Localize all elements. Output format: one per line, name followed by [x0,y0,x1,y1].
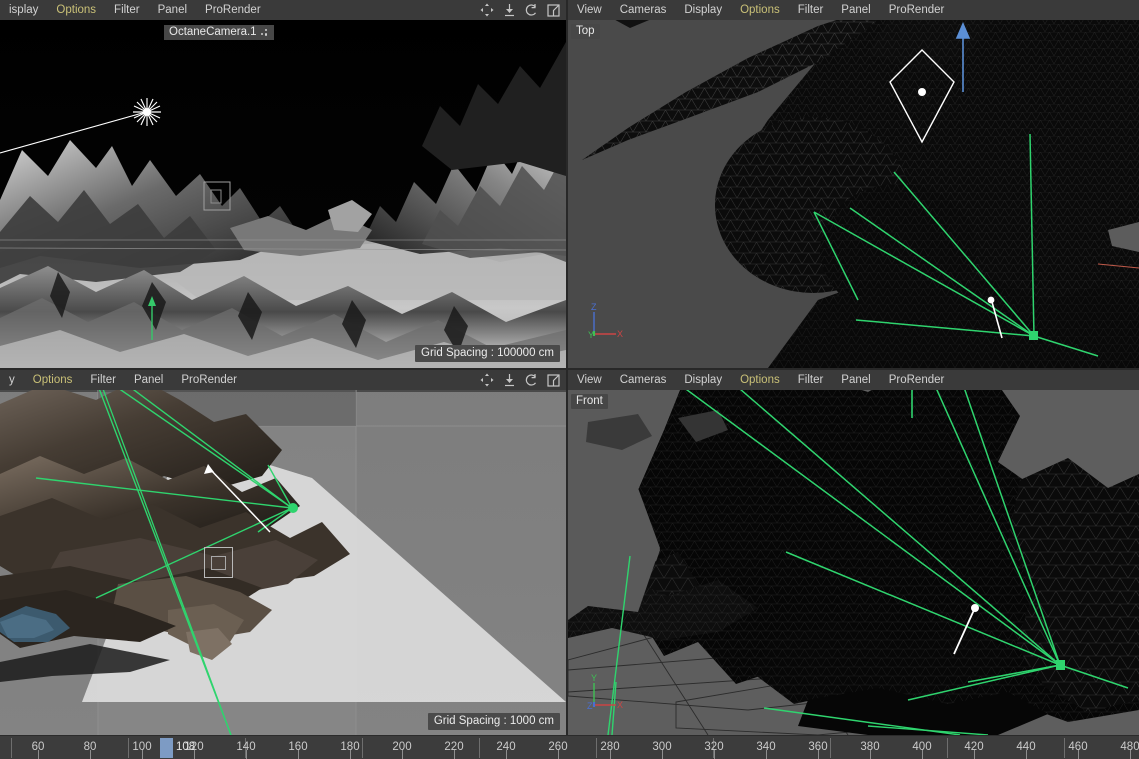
timeline-tick-mark [38,750,39,759]
menu-item-view[interactable]: View [568,0,611,20]
menu-item-panel[interactable]: Panel [149,0,196,20]
maximize-icon[interactable] [547,374,560,387]
selection-box-inner-bl [211,556,226,570]
menu-item-panel[interactable]: Panel [832,370,879,390]
svg-text:X: X [617,329,623,339]
timeline-separator [128,738,129,758]
menu-item-filter[interactable]: Filter [789,370,833,390]
grid-spacing-badge-bottom-left: Grid Spacing : 1000 cm [428,713,560,730]
maximize-icon[interactable] [547,4,560,17]
menu-item-prorender[interactable]: ProRender [880,370,954,390]
timeline-tick-mark [402,750,403,759]
menu-item-cameras[interactable]: Cameras [611,0,676,20]
timeline-tick-mark [610,750,611,759]
viewport-controls-top-left [480,3,566,17]
timeline-tick-mark [1026,750,1027,759]
menu-item-view[interactable]: View [568,370,611,390]
menu-item-options[interactable]: Options [47,0,105,20]
timeline-separator [11,738,12,758]
timeline-separator [830,738,831,758]
application-window: isplay Options Filter Panel ProRender [0,0,1139,759]
camera-label-text: OctaneCamera.1 [169,26,257,38]
scene-perspective-grayscale [0,0,566,368]
timeline-tick-mark [818,750,819,759]
timeline-tick-mark [766,750,767,759]
viewport-bottom-left[interactable]: y Options Filter Panel ProRender [0,370,566,735]
timeline-ruler[interactable]: 6080100120140160180200220240260280300320… [0,735,1139,759]
timeline-playhead[interactable] [160,738,173,758]
view-label-top: Top [571,24,600,39]
menu-item-prorender[interactable]: ProRender [172,370,246,390]
dolly-icon[interactable] [503,3,516,17]
rotate-icon[interactable] [525,373,538,387]
menu-item-filter[interactable]: Filter [81,370,125,390]
viewport-menu-top-left[interactable]: isplay Options Filter Panel ProRender [0,0,566,20]
menu-item-display[interactable]: Display [675,0,731,20]
timeline-tick-mark [558,750,559,759]
menu-item-display[interactable]: Display [675,370,731,390]
timeline-tick-mark [506,750,507,759]
scene-top-wireframe [568,0,1139,368]
axis-gizmo-top: Z X Y [586,302,626,342]
timeline-tick-mark [1130,750,1131,759]
pan-icon[interactable] [480,3,494,17]
menu-item-display[interactable]: y [0,370,24,390]
menu-item-prorender[interactable]: ProRender [880,0,954,20]
timeline-tick-mark [870,750,871,759]
menu-item-prorender[interactable]: ProRender [196,0,270,20]
svg-text:Z: Z [587,701,593,711]
viewport-menu-bottom-right[interactable]: View Cameras Display Options Filter Pane… [568,370,1139,390]
timeline-tick-mark [454,750,455,759]
menu-item-options[interactable]: Options [24,370,82,390]
menu-item-filter[interactable]: Filter [105,0,149,20]
rotate-icon[interactable] [525,3,538,17]
menu-item-options[interactable]: Options [731,370,789,390]
viewport-controls-bottom-left [480,373,566,387]
menu-item-panel[interactable]: Panel [832,0,879,20]
viewport-menu-top-right[interactable]: View Cameras Display Options Filter Pane… [568,0,1139,20]
timeline-tick-mark [1078,750,1079,759]
axis-gizmo-front: Y X Z [586,673,626,713]
viewport-menu-bottom-left[interactable]: y Options Filter Panel ProRender [0,370,566,390]
timeline-tick-mark [714,750,715,759]
camera-options-icon[interactable] [261,28,270,37]
menu-item-display[interactable]: isplay [0,0,47,20]
camera-label-top-left[interactable]: OctaneCamera.1 [164,25,274,40]
timeline-tick-mark [298,750,299,759]
timeline-tick-mark [246,750,247,759]
menu-item-cameras[interactable]: Cameras [611,370,676,390]
menu-item-options[interactable]: Options [731,0,789,20]
view-label-front: Front [571,394,608,409]
timeline-separator [947,738,948,758]
svg-text:Z: Z [591,302,597,312]
viewport-top-right[interactable]: View Cameras Display Options Filter Pane… [568,0,1139,368]
viewport-grid: isplay Options Filter Panel ProRender [0,0,1139,735]
viewport-top-left[interactable]: isplay Options Filter Panel ProRender [0,0,566,368]
menu-item-panel[interactable]: Panel [125,370,172,390]
dolly-icon[interactable] [503,373,516,387]
timeline-current-frame: 108 [176,741,195,753]
pan-icon[interactable] [480,373,494,387]
timeline-tick-mark [90,750,91,759]
svg-text:Y: Y [591,673,597,683]
timeline-tick-mark [922,750,923,759]
svg-text:X: X [617,700,623,710]
timeline-tick-mark [974,750,975,759]
menu-item-filter[interactable]: Filter [789,0,833,20]
timeline-separator [1064,738,1065,758]
timeline-tick-mark [142,750,143,759]
grid-spacing-badge-top-left: Grid Spacing : 100000 cm [415,345,560,362]
scene-front-wireframe [568,370,1139,735]
timeline-tick-mark [662,750,663,759]
timeline-separator [479,738,480,758]
timeline-tick-mark [350,750,351,759]
timeline-separator [362,738,363,758]
scene-perspective-textured [0,370,566,735]
viewport-bottom-right[interactable]: View Cameras Display Options Filter Pane… [568,370,1139,735]
timeline-separator [596,738,597,758]
